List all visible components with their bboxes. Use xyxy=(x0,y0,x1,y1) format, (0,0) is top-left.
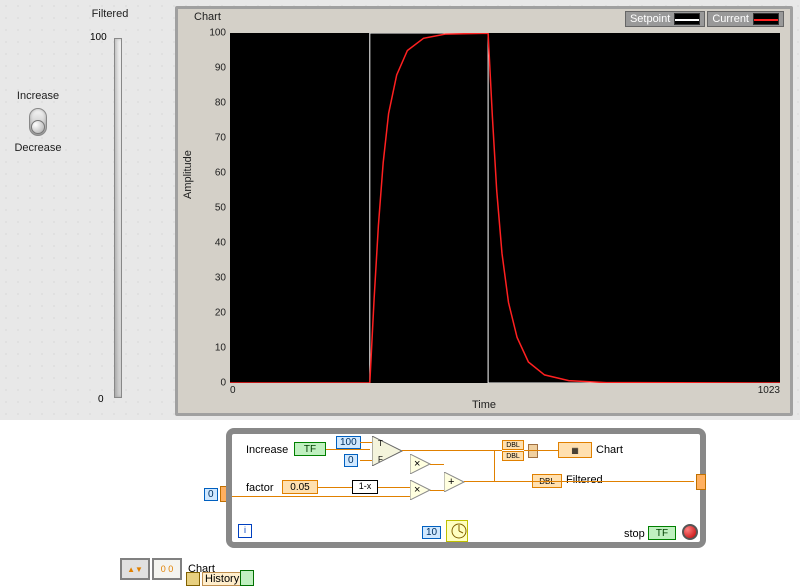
array-index-control[interactable]: ▲▼ xyxy=(120,558,150,580)
bd-outer-zero: 0 xyxy=(204,488,218,501)
y-tick: 30 xyxy=(196,273,226,284)
wait-ms-icon xyxy=(446,520,468,542)
bd-chart-label: Chart xyxy=(596,444,623,456)
metronome-icon xyxy=(449,521,469,541)
bd-delay-ms: 10 xyxy=(422,526,441,539)
filtered-slider-track[interactable] xyxy=(114,38,122,398)
svg-text:×: × xyxy=(414,458,420,470)
dbl-text: DBL xyxy=(506,442,520,449)
bd-increase-label: Increase xyxy=(246,444,288,456)
hist-val: 0 xyxy=(168,564,173,574)
legend-item-current[interactable]: Current xyxy=(707,11,784,27)
filtered-slider-block: Filtered 100 0 xyxy=(90,8,130,408)
svg-text:+: + xyxy=(448,476,454,488)
legend-item-setpoint[interactable]: Setpoint xyxy=(625,11,705,27)
bd-one-minus-x: 1-x xyxy=(352,480,378,494)
x-tick-min: 0 xyxy=(230,385,236,396)
legend-sample xyxy=(674,13,700,25)
loop-stop-button[interactable] xyxy=(682,524,698,540)
chart-title: Chart xyxy=(194,11,221,23)
y-tick: 40 xyxy=(196,238,226,249)
one-minus-x-text: 1-x xyxy=(359,481,372,491)
i-text: i xyxy=(244,525,246,535)
y-tick: 80 xyxy=(196,98,226,109)
front-panel: Increase Decrease Filtered 100 0 Chart S… xyxy=(0,0,800,420)
chart-y-axis: 0102030405060708090100 xyxy=(208,33,228,383)
chart-container: Chart Setpoint Current Amplitude 0102030… xyxy=(175,6,793,416)
dbl-text: DBL xyxy=(506,453,520,460)
y-tick: 70 xyxy=(196,133,226,144)
dbl-icon: DBL xyxy=(502,440,524,450)
bd-stop-label: stop xyxy=(624,528,645,540)
hist-idx: 0 xyxy=(161,564,166,574)
y-tick: 50 xyxy=(196,203,226,214)
svg-text:×: × xyxy=(414,484,420,496)
toggle-label-decrease: Decrease xyxy=(8,142,68,154)
filtered-slider-min: 0 xyxy=(98,394,104,405)
x-tick-max: 1023 xyxy=(758,385,780,396)
select-node-icon: T F xyxy=(372,436,408,466)
chart-y-label: Amplitude xyxy=(182,150,194,199)
history-write-icon xyxy=(240,570,254,586)
bundle-node-icon: DBL DBL xyxy=(502,440,524,462)
y-tick: 0 xyxy=(196,378,226,389)
history-node-row: ▲▼ 0 0 Chart xyxy=(120,558,215,580)
setpoint-line-icon xyxy=(675,19,699,21)
y-tick: 20 xyxy=(196,308,226,319)
tf-text: TF xyxy=(304,444,316,455)
build-array-icon xyxy=(528,444,538,458)
svg-text:F: F xyxy=(378,455,383,464)
bd-iteration-terminal: i xyxy=(238,524,252,538)
y-tick: 10 xyxy=(196,343,226,354)
chart-plot-area[interactable] xyxy=(230,33,780,383)
legend-label: Setpoint xyxy=(630,13,670,25)
bd-factor-label: factor xyxy=(246,482,274,494)
array-value-display: 0 0 xyxy=(152,558,182,580)
block-diagram: 0 Increase TF 100 0 T F factor 0.05 1-x … xyxy=(0,420,800,586)
chart-x-label: Time xyxy=(178,399,790,411)
toggle-knob xyxy=(31,120,45,134)
chart-legend: Setpoint Current xyxy=(625,11,784,27)
toggle-label-increase: Increase xyxy=(8,90,68,102)
chart-x-axis: 0 1023 xyxy=(230,385,780,399)
dbl-icon: DBL xyxy=(502,451,524,461)
bd-const-100: 100 xyxy=(336,436,361,449)
toggle-switch[interactable] xyxy=(29,108,47,136)
add-node-icon: + xyxy=(444,472,468,492)
tf-text: TF xyxy=(656,528,668,539)
factor-text: 0.05 xyxy=(290,482,309,493)
filtered-slider-title: Filtered xyxy=(90,8,130,20)
y-tick: 100 xyxy=(196,28,226,39)
bd-stop-terminal[interactable]: TF xyxy=(648,526,676,540)
current-line-icon xyxy=(754,19,778,21)
while-loop: Increase TF 100 0 T F factor 0.05 1-x × … xyxy=(226,428,706,548)
chart-svg xyxy=(230,33,780,383)
bd-bool-terminal[interactable]: TF xyxy=(294,442,326,456)
shift-register-right-icon xyxy=(696,474,706,490)
legend-label: Current xyxy=(712,13,749,25)
bd-factor-value[interactable]: 0.05 xyxy=(282,480,318,494)
bd-history-label[interactable]: History xyxy=(202,572,242,586)
legend-sample xyxy=(753,13,779,25)
y-tick: 90 xyxy=(196,63,226,74)
filtered-slider-max: 100 xyxy=(90,32,107,43)
toggle-switch-block: Increase Decrease xyxy=(8,88,68,156)
series-current xyxy=(230,33,780,383)
series-setpoint xyxy=(230,33,780,383)
bd-filtered-label: Filtered xyxy=(566,474,603,486)
bd-const-0: 0 xyxy=(344,454,358,467)
property-node-icon xyxy=(186,572,200,586)
svg-text:T: T xyxy=(378,439,383,448)
y-tick: 60 xyxy=(196,168,226,179)
bd-chart-terminal[interactable]: ▦ xyxy=(558,442,592,458)
